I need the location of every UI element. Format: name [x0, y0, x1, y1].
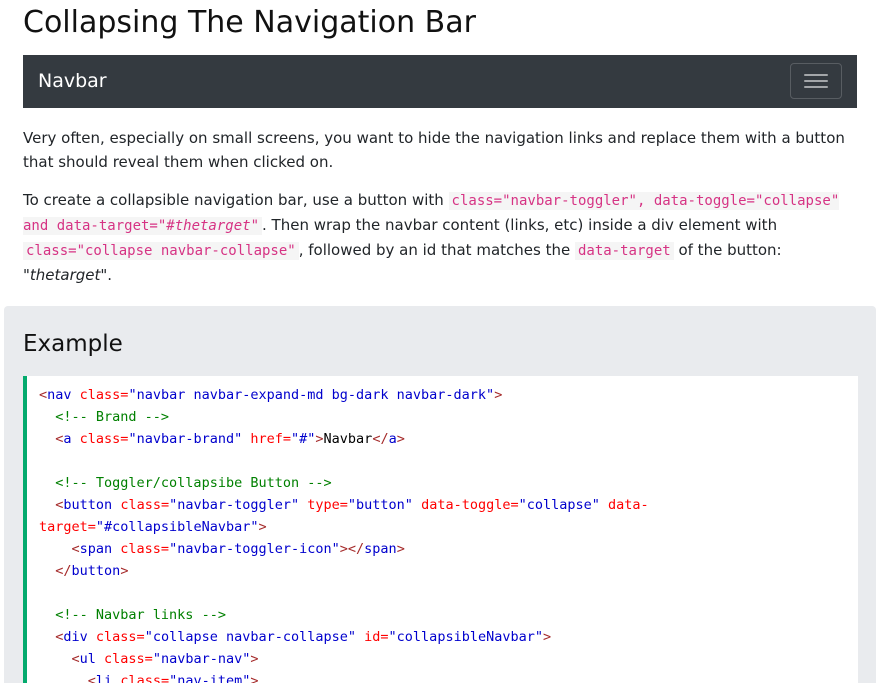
- instructions-text: , followed by an id that matches the: [298, 241, 575, 259]
- code-line: <!-- Brand -->: [39, 406, 849, 428]
- code-token: href=: [250, 431, 292, 447]
- code-token: "#": [291, 431, 316, 447]
- navbar-toggler-button[interactable]: [790, 63, 842, 99]
- code-token: >: [396, 541, 405, 557]
- page: Collapsing The Navigation Bar Navbar Ver…: [0, 0, 876, 683]
- code-token: data-: [608, 497, 649, 513]
- code-line: <nav class="navbar navbar-expand-md bg-d…: [39, 384, 849, 406]
- code-token: button: [71, 563, 121, 579]
- code-token: <!-- Navbar links -->: [55, 607, 226, 623]
- code-token: </: [55, 563, 72, 579]
- inline-code-data-target: data-target: [574, 242, 674, 260]
- code-line: <div class="collapse navbar-collapse" id…: [39, 626, 849, 648]
- code-token: span: [79, 541, 121, 557]
- navbar-brand-link[interactable]: Navbar: [38, 69, 107, 93]
- code-token: class=: [79, 387, 129, 403]
- code-token: "collapse navbar-collapse": [144, 629, 365, 645]
- code-token: div: [63, 629, 96, 645]
- code-token: >: [250, 651, 259, 667]
- code-token: >: [494, 387, 503, 403]
- code-token: a: [388, 431, 397, 447]
- code-token: "#collapsibleNavbar": [95, 519, 259, 535]
- code-token: >: [339, 541, 348, 557]
- code-token: "navbar navbar-expand-md bg-dark navbar-…: [128, 387, 495, 403]
- code-token: "navbar-toggler": [169, 497, 308, 513]
- code-line: <!-- Toggler/collapsibe Button -->: [39, 472, 849, 494]
- code-token: class=: [79, 431, 129, 447]
- code-token: >: [315, 431, 324, 447]
- code-token: "navbar-toggler-icon": [169, 541, 340, 557]
- code-token: </: [347, 541, 365, 557]
- code-token: type=: [307, 497, 348, 513]
- code-token: class=: [120, 673, 170, 683]
- code-token: class=: [120, 497, 170, 513]
- code-token: >: [396, 431, 405, 447]
- code-line: <a class="navbar-brand" href="#">Navbar<…: [39, 428, 849, 450]
- inline-code-collapse: class="collapse navbar-collapse": [23, 242, 299, 260]
- instructions-text: ".: [100, 266, 113, 284]
- code-token: class=: [95, 629, 145, 645]
- code-example-block: <nav class="navbar navbar-expand-md bg-d…: [23, 376, 858, 683]
- instructions-text: To create a collapsible navigation bar, …: [23, 191, 449, 209]
- code-token: "collapsibleNavbar": [388, 629, 543, 645]
- code-line: </button>: [39, 560, 849, 582]
- code-token: </: [372, 431, 389, 447]
- code-token: "button": [347, 497, 422, 513]
- code-token: >: [250, 673, 259, 683]
- code-line: <button class="navbar-toggler" type="but…: [39, 494, 849, 516]
- code-token: <: [87, 673, 96, 683]
- instructions-emphasis: thetarget: [29, 266, 101, 284]
- code-line: <li class="nav-item">: [39, 670, 849, 683]
- code-line: <span class="navbar-toggler-icon"></span…: [39, 538, 849, 560]
- code-token: data-toggle=: [421, 497, 519, 513]
- code-token: <!-- Brand -->: [55, 409, 170, 425]
- code-token: >: [258, 519, 267, 535]
- code-token: id=: [364, 629, 389, 645]
- intro-paragraph: Very often, especially on small screens,…: [23, 129, 845, 171]
- code-token: a: [63, 431, 80, 447]
- code-token: "navbar-brand": [128, 431, 251, 447]
- code-token: "nav-item": [169, 673, 251, 683]
- hamburger-menu-icon: [804, 74, 828, 89]
- code-token: button: [63, 497, 121, 513]
- code-token: >: [542, 629, 552, 645]
- code-token: span: [364, 541, 397, 557]
- code-token: ul: [79, 651, 105, 667]
- code-token: target=: [39, 519, 96, 535]
- page-title: Collapsing The Navigation Bar: [23, 5, 476, 40]
- code-line: <ul class="navbar-nav">: [39, 648, 849, 670]
- code-token: <: [71, 541, 80, 557]
- demo-navbar: Navbar: [23, 55, 857, 108]
- code-token: li: [95, 673, 121, 683]
- code-token: nav: [47, 387, 80, 403]
- example-panel: Example <nav class="navbar navbar-expand…: [4, 306, 876, 683]
- code-token: Navbar: [323, 431, 373, 447]
- code-token: "collapse": [518, 497, 609, 513]
- code-token: <: [39, 387, 48, 403]
- example-title: Example: [23, 331, 123, 357]
- instructions-text: . Then wrap the navbar content (links, e…: [262, 216, 778, 234]
- code-token: "navbar-nav": [152, 651, 251, 667]
- code-token: >: [120, 563, 129, 579]
- code-line: <!-- Navbar links -->: [39, 604, 849, 626]
- code-token: class=: [104, 651, 153, 667]
- code-token: class=: [120, 541, 170, 557]
- code-line: target="#collapsibleNavbar">: [39, 516, 849, 538]
- code-token: <: [71, 651, 80, 667]
- code-token: <!-- Toggler/collapsibe Button -->: [55, 475, 332, 491]
- instructions-paragraph: To create a collapsible navigation bar, …: [23, 188, 855, 287]
